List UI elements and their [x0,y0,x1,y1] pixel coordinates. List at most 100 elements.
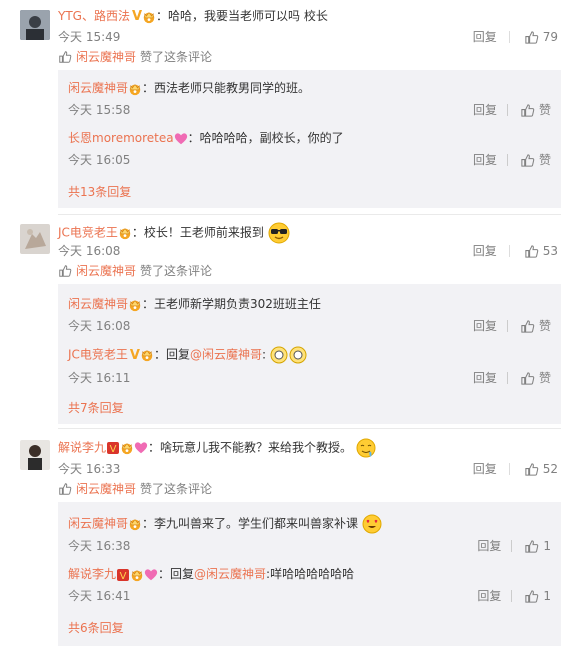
reply-box: 闲云魔神哥 ：西法老师只能教男同学的班。 今天 15:58 回复 赞 长恩more… [58,70,561,208]
verified-v-icon: V [129,347,140,363]
like-button[interactable]: 赞 [520,318,551,334]
reply-author[interactable]: 闲云魔神哥 [68,517,128,531]
thumb-up-icon [524,589,539,604]
commenter-name[interactable]: YTG、路西法 [58,9,130,23]
reply-author[interactable]: 闲云魔神哥 [68,297,128,311]
reply-box: 闲云魔神哥 ：王老师新学期负责302班班主任 今天 16:08 回复 赞 JC电竞… [58,284,561,424]
timestamp: 今天 16:33 [58,462,121,476]
reply-actions: 回复 赞 [473,370,551,386]
like-button[interactable]: 赞 [520,370,551,386]
heart-eyes-emoji-icon [362,514,382,534]
verified-badge-icon: V [117,568,130,582]
thumb-up-icon [58,482,72,496]
reply-item: 闲云魔神哥 ：李九叫兽来了。学生们都来叫兽家补课 今天 16:38 回复 1 [68,510,551,554]
like-label: 赞 [538,319,551,333]
like-label: 赞 [538,153,551,167]
divider [511,590,513,602]
reply-actions: 回复 1 [477,538,551,554]
like-count: 1 [543,589,551,603]
crown-icon [120,441,134,455]
reply-button[interactable]: 回复 [473,370,497,386]
divider [506,104,508,116]
like-button[interactable]: 52 [524,461,558,477]
thumb-up-icon [58,50,72,64]
liked-by-text: 赞了这条评论 [140,50,213,64]
reply-item: 长恩moremoretea ：哈哈哈哈，副校长，你的了 今天 16:05 回复 赞 [68,128,551,168]
comment-2: JC电竞老王 ：校长！王老师前来报到 今天 16:08 回复 53 闲云魔神哥 赞… [0,214,580,426]
reply-item: 解说李九 V ：回复@闲云魔神哥:咩哈哈哈哈哈哈 今天 16:41 回复 1 [68,564,551,604]
comment-line: 解说李九 V ：啥玩意儿我不能教？来给我个教授。 [58,438,376,458]
reply-text-after: :咩哈哈哈哈哈哈 [266,567,355,581]
sunglasses-emoji-icon [268,222,290,244]
crown-icon [140,348,154,362]
liker-name[interactable]: 闲云魔神哥 [76,49,136,65]
comment-1: YTG、路西法 V ：哈哈，我要当老师可以吗 校长 今天 15:49 回复 79 闲… [0,0,580,208]
reply-button[interactable]: 回复 [473,243,497,259]
drool-emoji-icon [356,438,376,458]
reply-text: ：回复 [153,347,190,362]
mention-link[interactable]: @闲云魔神哥 [194,567,266,581]
reply-button[interactable]: 回复 [473,318,497,334]
reply-actions: 回复 赞 [473,102,551,118]
reply-actions: 回复 赞 [473,318,551,334]
avatar[interactable] [20,224,50,254]
like-label: 赞 [538,103,551,117]
verified-badge-icon: V [107,442,120,455]
like-button[interactable]: 79 [524,29,558,45]
reply-button[interactable]: 回复 [473,461,497,477]
crown-icon [118,226,132,240]
thumb-up-icon [58,264,72,278]
timestamp: 今天 16:11 [68,371,131,385]
reply-item: JC电竞老王 V ：回复@闲云魔神哥: 今天 16:11 回复 赞 [68,344,551,386]
svg-text:V: V [110,444,117,455]
reply-author[interactable]: JC电竞老王 [68,348,128,362]
mention-link[interactable]: @闲云魔神哥 [190,348,262,362]
thumb-up-icon [520,103,535,118]
reply-button[interactable]: 回复 [477,588,501,604]
liker-name[interactable]: 闲云魔神哥 [76,263,136,279]
liked-by-line: 闲云魔神哥 赞了这条评论 [58,481,212,497]
like-button[interactable]: 赞 [520,152,551,168]
timestamp: 今天 16:41 [68,589,131,603]
comment-actions: 回复 53 [473,243,558,259]
divider [506,320,508,332]
reply-text: ：李九叫兽来了。学生们都来叫兽家补课 [142,516,359,531]
comment-text: ：啥玩意儿我不能教？来给我个教授。 [148,440,353,455]
reply-item: 闲云魔神哥 ：西法老师只能教男同学的班。 今天 15:58 回复 赞 [68,78,551,118]
avatar[interactable] [20,440,50,470]
comment-3: 解说李九 V ：啥玩意儿我不能教？来给我个教授。 今天 16:33 回复 52 闲云… [0,428,580,648]
commenter-name[interactable]: JC电竞老王 [58,226,118,240]
reply-author[interactable]: 闲云魔神哥 [68,81,128,95]
reply-author[interactable]: 长恩moremoretea [68,131,174,145]
reply-button[interactable]: 回复 [473,152,497,168]
crown-icon [128,517,142,531]
divider [508,463,510,475]
commenter-name[interactable]: 解说李九 [58,441,106,455]
crown-icon [130,568,144,582]
like-button[interactable]: 53 [524,243,558,259]
reply-button[interactable]: 回复 [477,538,501,554]
thumb-up-icon [520,371,535,386]
like-count: 52 [542,462,558,476]
reply-button[interactable]: 回复 [473,29,497,45]
liked-by-line: 闲云魔神哥 赞了这条评论 [58,263,212,279]
reply-author[interactable]: 解说李九 [68,567,116,581]
more-replies-link[interactable]: 共7条回复 [68,400,124,416]
reply-text: ：王老师新学期负责302班班主任 [142,297,321,311]
liked-by-line: 闲云魔神哥 赞了这条评论 [58,49,212,65]
timestamp: 今天 16:05 [68,153,131,167]
like-button[interactable]: 1 [524,538,551,554]
timestamp: 今天 16:38 [68,539,131,553]
avatar[interactable] [20,10,50,40]
more-replies-link[interactable]: 共6条回复 [68,620,124,636]
liker-name[interactable]: 闲云魔神哥 [76,481,136,497]
like-button[interactable]: 1 [524,588,551,604]
glasses-emoji-icon [270,346,307,364]
timestamp: 今天 15:58 [68,103,131,117]
divider [508,245,510,257]
more-replies-link[interactable]: 共13条回复 [68,184,131,200]
heart-icon [134,441,148,455]
reply-text-after: : [262,347,267,362]
reply-button[interactable]: 回复 [473,102,497,118]
like-button[interactable]: 赞 [520,102,551,118]
